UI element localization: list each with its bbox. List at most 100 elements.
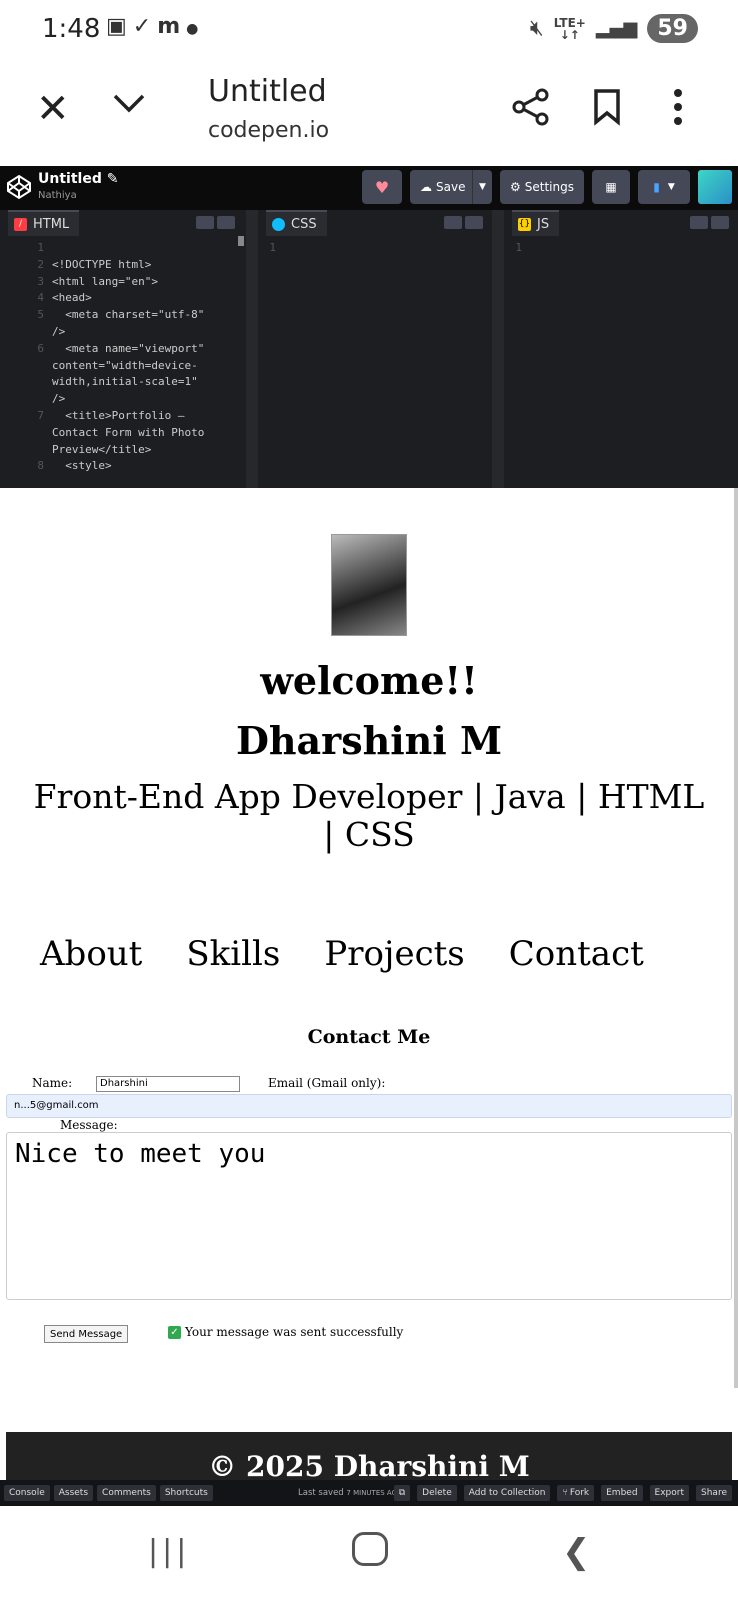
- code-line: <html lang="en">: [52, 274, 158, 288]
- html-code-editor[interactable]: 1 2 <!DOCTYPE html> 3 <html lang="en"> 4 <head…: [0, 240, 246, 478]
- css-pane-header: CSS: [258, 210, 492, 236]
- user-avatar[interactable]: [698, 170, 732, 204]
- edit-pencil-icon[interactable]: ✎: [107, 171, 119, 187]
- comments-button[interactable]: Comments: [97, 1485, 156, 1501]
- settings-button[interactable]: ⚙ Settings: [500, 170, 584, 204]
- bookmark-icon[interactable]: [592, 88, 622, 126]
- nav-link-contact[interactable]: Contact: [509, 934, 644, 974]
- message-label: Message:: [60, 1118, 118, 1132]
- line-number: 7: [37, 409, 44, 422]
- recent-apps-icon[interactable]: |||: [148, 1534, 190, 1569]
- codepen-logo-icon[interactable]: [6, 174, 32, 200]
- site-nav: About Skills Projects Contact: [40, 934, 644, 974]
- gear-icon: ⚙: [510, 180, 521, 194]
- browser-toolbar: ✕ Untitled codepen.io: [0, 60, 738, 164]
- css-code-editor[interactable]: 1: [258, 240, 492, 478]
- line-number: 2: [37, 257, 44, 271]
- code-line: <meta name="viewport": [52, 341, 205, 355]
- css-collapse-icon[interactable]: [465, 216, 483, 229]
- close-icon[interactable]: ✕: [36, 86, 70, 132]
- embed-button[interactable]: Embed: [601, 1485, 643, 1501]
- editor-panes: / HTML 1 2 <!DOCTYPE html> 3 <html lang="en">…: [0, 210, 738, 488]
- pen-title[interactable]: Untitled ✎: [38, 171, 118, 187]
- tab-html[interactable]: / HTML: [8, 210, 80, 236]
- dot-icon: ●: [186, 21, 205, 37]
- js-lang-icon: {}: [518, 217, 531, 231]
- editor-scrollbar[interactable]: [238, 236, 244, 246]
- code-line: <head>: [52, 291, 92, 305]
- bookmark-flag-icon: ▮: [653, 180, 660, 194]
- save-dropdown-icon[interactable]: ▼: [472, 170, 492, 204]
- nav-link-projects[interactable]: Projects: [324, 934, 464, 974]
- cloud-icon: ☁: [420, 180, 432, 194]
- status-right: 🔇︎ LTE+ ↓↑ ▂▄▆ 59: [530, 14, 698, 43]
- email-input[interactable]: n...5@gmail.com: [6, 1094, 732, 1118]
- js-collapse-icon[interactable]: [711, 216, 729, 229]
- collection-dropdown-icon[interactable]: ▼: [668, 182, 675, 192]
- code-line: <!DOCTYPE html>: [52, 257, 152, 271]
- chevron-down-icon[interactable]: [112, 86, 146, 120]
- share-icon[interactable]: [512, 88, 550, 126]
- tab-js[interactable]: {} JS: [512, 210, 560, 236]
- open-external-button[interactable]: ⧉: [393, 1485, 411, 1501]
- status-time: 1:48: [42, 14, 101, 44]
- role-subtitle: Front-End App Developer | Java | HTML | …: [33, 777, 705, 854]
- code-line: width,initial-scale=1": [52, 375, 198, 389]
- code-line: <style>: [52, 459, 112, 473]
- back-icon[interactable]: ❮: [562, 1532, 591, 1572]
- name-heading: Dharshini M: [235, 718, 503, 763]
- pane-resizer[interactable]: [246, 210, 258, 488]
- save-button[interactable]: ☁ Save ▼: [410, 170, 492, 204]
- network-indicator: LTE+ ↓↑: [553, 15, 586, 42]
- html-pane-controls: [196, 216, 235, 229]
- shortcuts-button[interactable]: Shortcuts: [159, 1485, 213, 1501]
- status-bar: 1:48 ▣✓m● 🔇︎ LTE+ ↓↑ ▂▄▆ 59: [0, 0, 738, 60]
- tab-css[interactable]: CSS: [266, 210, 327, 236]
- codepen-header: Untitled ✎ Nathiya ♥ ☁ Save ▼ ⚙ Settings ▦…: [0, 166, 738, 210]
- add-to-collection-button[interactable]: Add to Collection: [463, 1485, 551, 1501]
- page-url[interactable]: codepen.io: [208, 118, 329, 143]
- nav-link-about[interactable]: About: [40, 934, 142, 974]
- success-text: Your message was sent successfully: [185, 1325, 404, 1339]
- js-pane-header: {} JS: [504, 210, 738, 236]
- collection-button[interactable]: ▮ ▼: [638, 170, 690, 204]
- js-settings-icon[interactable]: [690, 216, 708, 229]
- console-button[interactable]: Console: [4, 1485, 50, 1501]
- assets-button[interactable]: Assets: [53, 1485, 94, 1501]
- message-textarea[interactable]: Nice to meet you: [6, 1132, 732, 1300]
- html-lang-icon: /: [14, 217, 27, 231]
- home-icon[interactable]: [352, 1532, 388, 1566]
- send-message-button[interactable]: Send Message: [44, 1325, 129, 1343]
- css-pane: CSS 1: [258, 210, 492, 478]
- html-settings-icon[interactable]: [196, 216, 214, 229]
- fork-button[interactable]: ⑂ Fork: [557, 1485, 595, 1501]
- line-number: 6: [37, 341, 44, 355]
- line-number: 5: [37, 308, 44, 322]
- more-options-icon[interactable]: [672, 88, 684, 126]
- pen-owner[interactable]: Nathiya: [38, 190, 77, 201]
- share-button[interactable]: Share: [696, 1485, 732, 1501]
- export-button[interactable]: Export: [649, 1485, 690, 1501]
- layout-icon: ▦: [605, 180, 617, 194]
- layout-button[interactable]: ▦: [592, 170, 630, 204]
- nav-link-skills[interactable]: Skills: [186, 934, 280, 974]
- code-line: Contact Form with Photo: [52, 425, 205, 439]
- css-lang-icon: [272, 217, 285, 231]
- name-label: Name:: [32, 1076, 73, 1090]
- code-line: <meta charset="utf-8": [52, 308, 205, 322]
- name-input[interactable]: Dharshini: [96, 1076, 240, 1092]
- delete-button[interactable]: Delete: [417, 1485, 457, 1501]
- css-settings-icon[interactable]: [444, 216, 462, 229]
- html-collapse-icon[interactable]: [217, 216, 235, 229]
- pane-resizer[interactable]: [492, 210, 504, 488]
- js-code-editor[interactable]: 1: [504, 240, 738, 478]
- profile-photo: [331, 534, 407, 636]
- footer-actions: ⧉ Delete Add to Collection ⑂ Fork Embed E…: [393, 1485, 732, 1501]
- success-message: ✓ Your message was sent successfully: [168, 1325, 403, 1339]
- love-button[interactable]: ♥: [362, 170, 402, 204]
- code-line: Preview</title>: [52, 442, 152, 456]
- line-number: 1: [37, 241, 44, 254]
- preview-scrollbar[interactable]: [734, 488, 738, 1388]
- contact-title: Contact Me: [307, 1026, 431, 1048]
- code-line: content="width=device-: [52, 358, 198, 372]
